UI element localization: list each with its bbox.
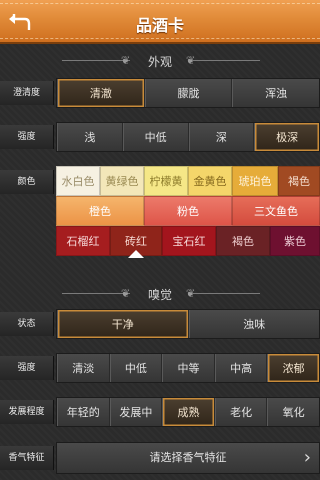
section-title-nose: 嗅觉 [147, 288, 172, 302]
color-label: 颜色 [0, 170, 54, 194]
color-swatch-garnet[interactable]: 石榴红 [56, 226, 110, 256]
nose-intensity-option-pronounced[interactable]: 浓郁 [267, 354, 319, 382]
section-title-appearance: 外观 [147, 55, 172, 69]
section-header-appearance: ❦ 外观 ❦ [0, 51, 320, 71]
title-bar: 品酒卡 [0, 0, 320, 44]
development-selector: 年轻的 发展中 成熟 老化 氧化 [56, 397, 320, 427]
color-swatch-ruby[interactable]: 宝石红 [162, 226, 216, 256]
color-swatch-salmon[interactable]: 三文鱼色 [232, 196, 320, 226]
color-swatch-water-white[interactable]: 水白色 [56, 166, 100, 196]
color-swatch-lemon[interactable]: 柠檬黄 [144, 166, 188, 196]
select-aroma-button-label: 请选择香气特征 [149, 451, 227, 464]
page-title: 品酒卡 [135, 16, 184, 35]
development-option-youthful[interactable]: 年轻的 [57, 398, 110, 426]
appearance-intensity-label: 强度 [0, 125, 54, 149]
color-palette: 水白色 黄绿色 柠檬黄 金黄色 琥珀色 褐色 橙色 粉色 三文鱼色 石榴红 砖红… [56, 166, 320, 260]
appearance-intensity-option-very-deep[interactable]: 极深 [254, 123, 319, 151]
color-swatch-gold[interactable]: 金黄色 [188, 166, 232, 196]
clarity-label: 澄清度 [0, 81, 54, 105]
nose-intensity-option-medium-plus[interactable]: 中高 [214, 354, 268, 382]
appearance-intensity-option-deep[interactable]: 深 [188, 123, 255, 151]
development-option-developing[interactable]: 发展中 [109, 398, 163, 426]
chevron-right-icon: › [303, 447, 311, 468]
color-swatch-orange[interactable]: 橙色 [56, 196, 144, 226]
development-option-fully-developed[interactable]: 成熟 [162, 398, 215, 426]
aroma-label: 香气特征 [0, 446, 54, 470]
condition-selector: 干净 浊味 [56, 309, 320, 339]
appearance-intensity-option-pale[interactable]: 浅 [57, 123, 123, 151]
color-swatch-brown-red[interactable]: 褐色 [216, 226, 270, 256]
title-bar-stitch-top [0, 3, 320, 4]
development-option-oxidized[interactable]: 氧化 [267, 398, 319, 426]
select-aroma-button[interactable]: 请选择香气特征 › [56, 442, 320, 474]
clarity-option-hazy[interactable]: 朦胧 [144, 79, 233, 107]
condition-option-unclean[interactable]: 浊味 [188, 310, 320, 338]
color-swatch-amber[interactable]: 琥珀色 [232, 166, 278, 196]
nose-intensity-option-medium[interactable]: 中等 [162, 354, 215, 382]
title-bar-stitch-bottom [0, 38, 320, 39]
condition-option-clean[interactable]: 干净 [57, 310, 189, 338]
color-swatch-green-yellow[interactable]: 黄绿色 [100, 166, 144, 196]
color-swatch-pink[interactable]: 粉色 [144, 196, 232, 226]
section-header-nose: ❦ 嗅觉 ❦ [0, 284, 320, 304]
appearance-intensity-selector: 浅 中低 深 极深 [56, 122, 320, 152]
condition-label: 状态 [0, 312, 54, 336]
nose-intensity-selector: 清淡 中低 中等 中高 浓郁 [56, 353, 320, 383]
selected-color-indicator-icon [128, 250, 144, 258]
color-swatch-purple[interactable]: 紫色 [270, 226, 320, 256]
development-option-aged[interactable]: 老化 [214, 398, 268, 426]
color-swatch-brown[interactable]: 褐色 [278, 166, 320, 196]
development-label: 发展程度 [0, 400, 54, 424]
clarity-selector: 清澈 朦胧 浑浊 [56, 78, 320, 108]
appearance-intensity-option-medium-minus[interactable]: 中低 [122, 123, 189, 151]
clarity-option-clear[interactable]: 清澈 [57, 79, 145, 107]
nose-intensity-option-medium-minus[interactable]: 中低 [109, 354, 163, 382]
nose-intensity-option-light[interactable]: 清淡 [57, 354, 110, 382]
nose-intensity-label: 强度 [0, 356, 54, 380]
clarity-option-cloudy[interactable]: 浑浊 [232, 79, 319, 107]
